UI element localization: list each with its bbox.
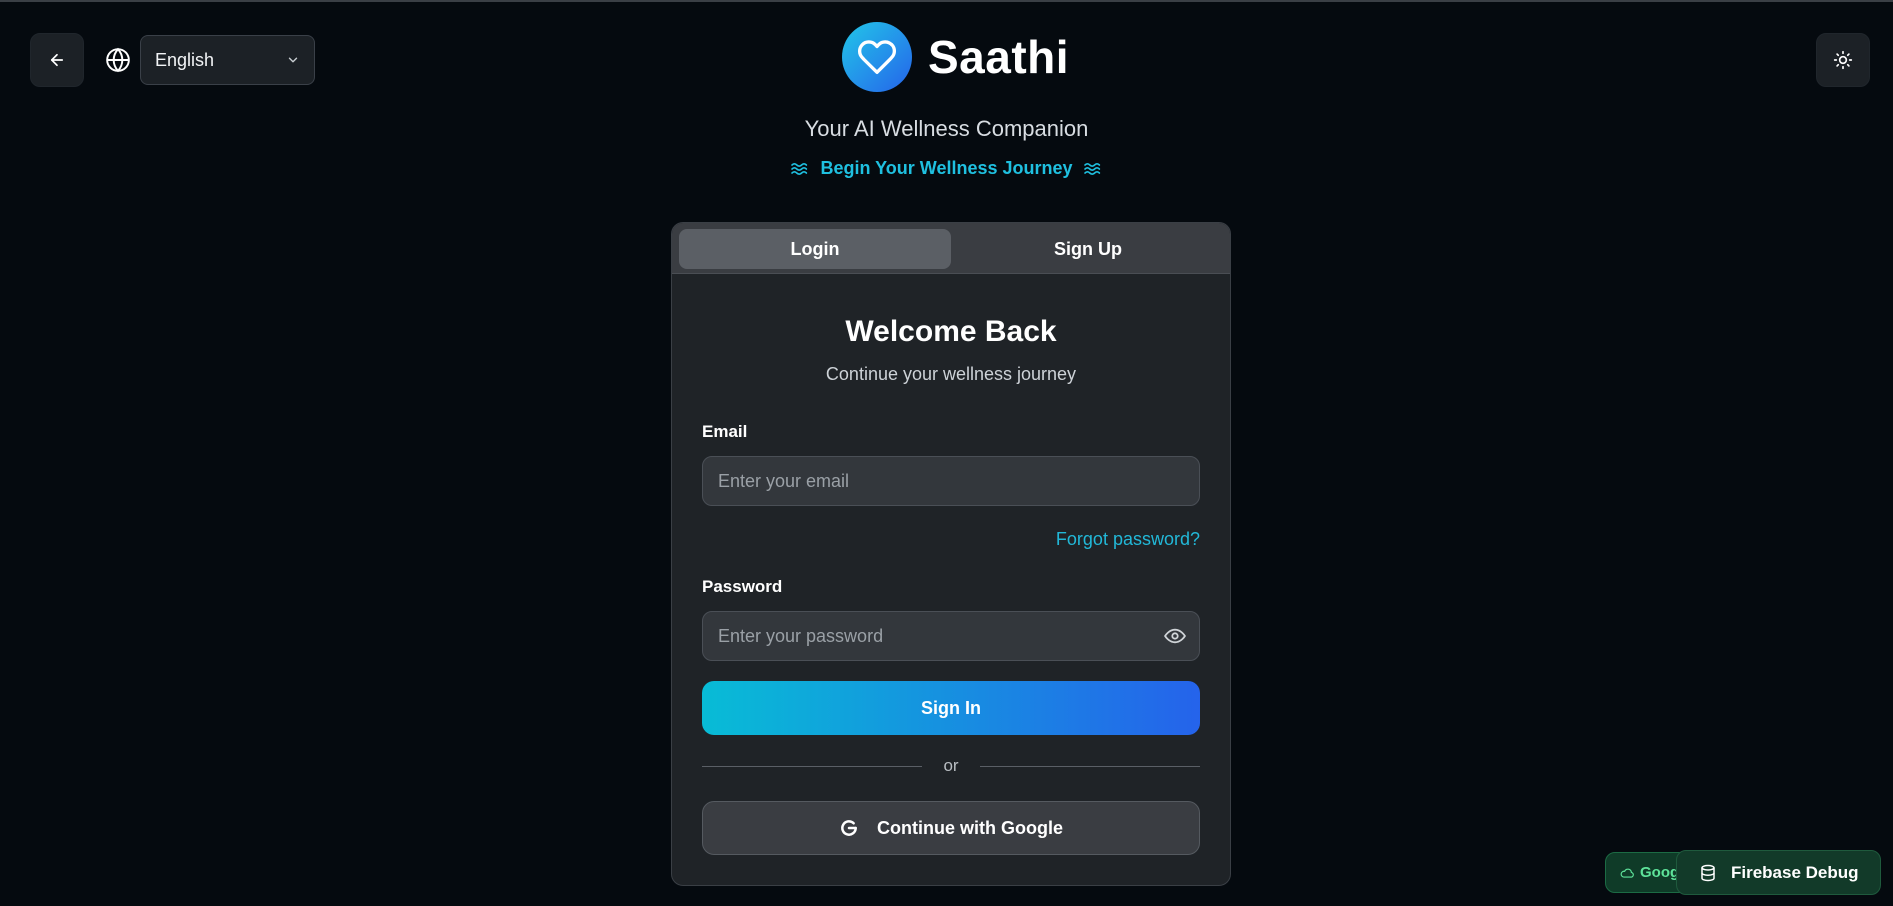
journey-banner: Begin Your Wellness Journey [0,158,1893,179]
language-select-value: English [155,49,215,70]
sun-icon [1833,50,1853,70]
auth-card: Login Sign Up Welcome Back Continue your… [671,222,1231,886]
arrow-left-icon [50,53,64,67]
logo [842,22,912,92]
firebase-debug-label: Firebase Debug [1731,862,1859,882]
language-select[interactable]: English [140,35,315,85]
google-sign-in-button[interactable]: Continue with Google [702,801,1200,855]
waves-icon [790,161,810,177]
tagline: Your AI Wellness Companion [804,116,1089,141]
auth-tabs: Login Sign Up [672,223,1230,274]
divider-line [980,766,1200,767]
top-border [0,0,1893,2]
chevron-down-icon [288,57,298,63]
heart-icon [857,40,897,75]
back-button[interactable] [30,33,84,87]
form-subtitle: Continue your wellness journey [825,364,1077,384]
email-field[interactable] [702,456,1200,506]
journey-text: Begin Your Wellness Journey [820,158,1073,178]
form-title: Welcome Back [845,315,1057,348]
globe-icon [106,47,130,73]
forgot-password-link[interactable]: Forgot password? [1056,529,1200,550]
app-name: Saathi [928,31,1070,83]
eye-icon[interactable] [1164,627,1186,645]
cloud-badge-label: Goog [1640,864,1680,881]
google-button-label: Continue with Google [877,817,1063,838]
theme-toggle-button[interactable] [1816,33,1870,87]
cloud-icon [1620,867,1634,879]
password-field[interactable] [702,611,1200,661]
firebase-debug-button[interactable]: Firebase Debug [1676,850,1881,895]
database-icon [1699,863,1717,883]
email-label: Email [702,422,748,441]
brand: Saathi [842,22,1069,92]
tab-signup[interactable]: Sign Up [952,229,1224,269]
waves-icon [1083,161,1103,177]
sign-in-button[interactable]: Sign In [702,681,1200,735]
google-icon [839,818,859,838]
password-label: Password [702,577,783,596]
tab-login[interactable]: Login [679,229,951,269]
